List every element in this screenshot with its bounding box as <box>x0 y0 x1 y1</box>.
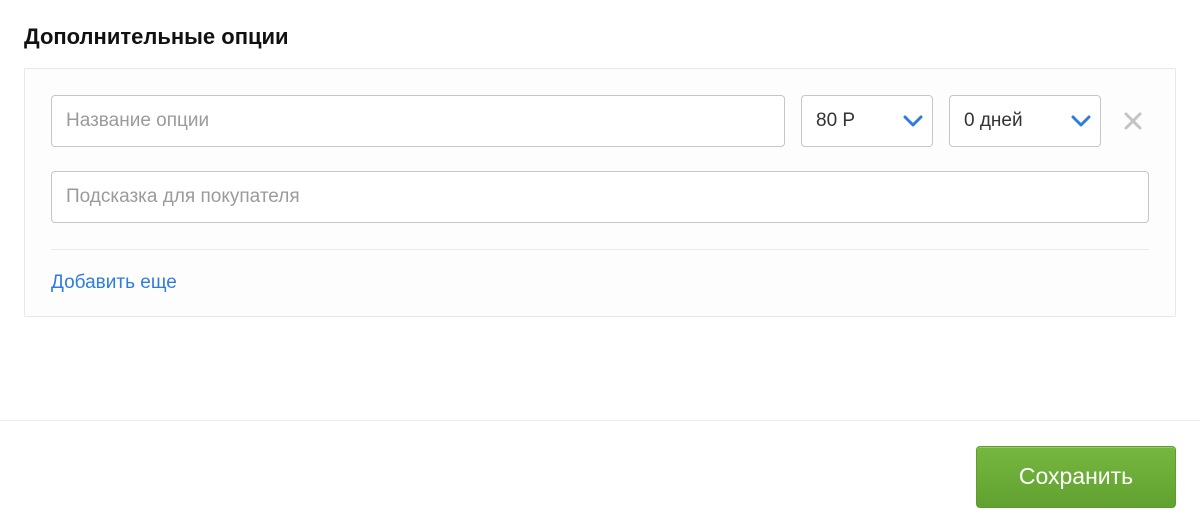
section-title: Дополнительные опции <box>24 24 1176 50</box>
footer-bar: Сохранить <box>0 420 1200 532</box>
price-select-value[interactable] <box>801 95 933 147</box>
option-hint-input[interactable] <box>51 171 1149 223</box>
duration-select[interactable] <box>949 95 1101 147</box>
price-select[interactable] <box>801 95 933 147</box>
save-button[interactable]: Сохранить <box>976 446 1176 508</box>
close-icon <box>1123 111 1143 131</box>
duration-select-value[interactable] <box>949 95 1101 147</box>
divider <box>51 249 1149 250</box>
add-more-link[interactable]: Добавить еще <box>51 272 177 294</box>
option-row <box>51 95 1149 147</box>
hint-row <box>51 171 1149 223</box>
options-card: Добавить еще <box>24 68 1176 317</box>
option-name-input[interactable] <box>51 95 785 147</box>
remove-option-button[interactable] <box>1117 105 1149 137</box>
